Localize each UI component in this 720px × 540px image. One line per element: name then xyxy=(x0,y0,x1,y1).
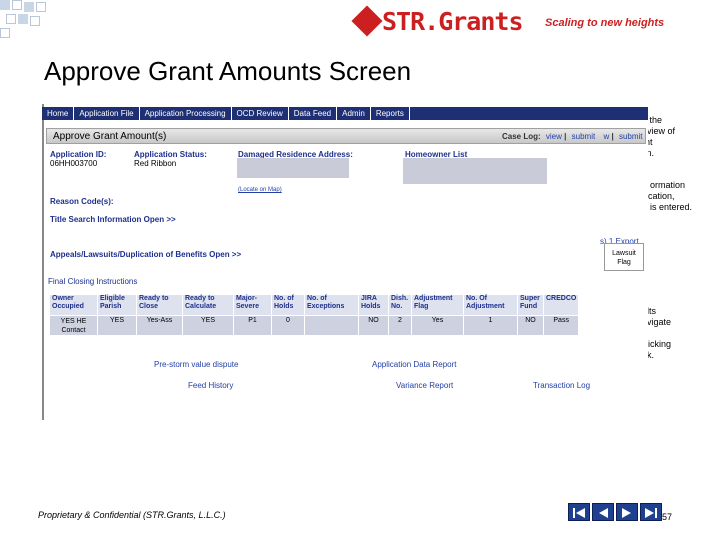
col-major-severe: Major-Severe xyxy=(233,294,272,316)
decor-square xyxy=(18,14,28,24)
appeals-toggle[interactable]: Appeals/Lawsuits/Duplication of Benefits… xyxy=(50,250,241,259)
decor-square xyxy=(24,2,34,12)
case-log: Case Log: view | submit w | submit xyxy=(502,132,643,141)
nav-item-admin[interactable]: Admin xyxy=(337,107,371,120)
damaged-address-box xyxy=(237,158,349,178)
nav-item-application-processing[interactable]: Application Processing xyxy=(140,107,232,120)
col-no-of-adjustment: No. Of Adjustment xyxy=(463,294,518,316)
lawsuit-flag-callout: Lawsuit Flag xyxy=(604,243,644,271)
final-closing-instructions-link[interactable]: Final Closing Instructions xyxy=(48,277,137,286)
variance-report-link[interactable]: Variance Report xyxy=(396,381,453,390)
table-cell: YES xyxy=(97,315,137,336)
table-cell: NO xyxy=(517,315,544,336)
next-slide-icon[interactable] xyxy=(616,503,638,521)
table-row: YES HE Contact YES Yes-Ass YES P1 0 NO 2… xyxy=(49,315,580,336)
last-slide-icon[interactable] xyxy=(640,503,662,521)
brand-tagline: Scaling to new heights xyxy=(545,17,665,29)
summary-table: Owner Occupied Eligible Parish Ready to … xyxy=(49,294,580,336)
col-ready-to-calculate: Ready to Calculate xyxy=(182,294,234,316)
brand-logo: STR.Grants xyxy=(351,5,524,37)
table-cell xyxy=(304,315,359,336)
col-no-of-holds: No. of Holds xyxy=(271,294,305,316)
col-adjustment-flag: Adjustment Flag xyxy=(411,294,464,316)
table-cell: 2 xyxy=(388,315,412,336)
logo-text: STR.Grants xyxy=(382,6,524,36)
first-slide-icon[interactable] xyxy=(568,503,590,521)
pre-storm-value-dispute-link[interactable]: Pre-storm value dispute xyxy=(154,360,238,369)
table-cell: Yes-Ass xyxy=(136,315,183,336)
application-status-label: Application Status: xyxy=(134,150,207,159)
decor-square xyxy=(12,0,22,10)
panel-header: Approve Grant Amount(s) Case Log: view |… xyxy=(46,128,646,144)
nav-item-home[interactable]: Home xyxy=(42,107,75,120)
reason-codes-label: Reason Code(s): xyxy=(50,197,114,206)
application-id-value: 06HH003700 xyxy=(50,159,98,168)
homeowner-list-box xyxy=(403,158,547,184)
table-cell: NO xyxy=(358,315,389,336)
transaction-log-link[interactable]: Transaction Log xyxy=(533,381,590,390)
slide-title: Approve Grant Amounts Screen xyxy=(44,56,412,86)
table-cell: 0 xyxy=(271,315,305,336)
col-eligible-parish: Eligible Parish xyxy=(97,294,137,316)
decor-square xyxy=(30,16,40,26)
locate-on-map-link[interactable]: (Locate on Map) xyxy=(238,187,282,193)
case-log-view-link[interactable]: view xyxy=(546,132,562,141)
case-log-submit-link[interactable]: submit xyxy=(572,132,596,141)
application-data-report-link[interactable]: Application Data Report xyxy=(372,360,457,369)
feed-history-link[interactable]: Feed History xyxy=(188,381,233,390)
logo-diamond-icon xyxy=(351,5,383,37)
case-log-view2-link[interactable]: w xyxy=(603,132,609,141)
nav-item-reports[interactable]: Reports xyxy=(371,107,410,120)
col-jira-holds: JIRA Holds xyxy=(358,294,389,316)
prev-slide-icon[interactable] xyxy=(592,503,614,521)
slide-navigation xyxy=(568,503,664,521)
main-nav: Home Application File Application Proces… xyxy=(42,107,648,120)
decor-square xyxy=(0,28,10,38)
col-dish-no: Dish. No. xyxy=(388,294,412,316)
table-cell: Pass xyxy=(542,315,580,336)
nav-item-data-feed[interactable]: Data Feed xyxy=(289,107,338,120)
nav-item-ocd-review[interactable]: OCD Review xyxy=(232,107,289,120)
page-number: 57 xyxy=(662,512,673,522)
decor-square xyxy=(0,0,10,10)
col-super-fund: Super Fund xyxy=(517,294,544,316)
annotation-note-2: ormation ication, is entered. xyxy=(646,180,693,212)
case-log-submit2-link[interactable]: submit xyxy=(619,132,643,141)
col-owner-occupied: Owner Occupied xyxy=(49,294,98,316)
panel-title: Approve Grant Amount(s) xyxy=(53,131,167,142)
application-id-label: Application ID: xyxy=(50,150,107,159)
table-cell: P1 xyxy=(233,315,272,336)
nav-item-application-file[interactable]: Application File xyxy=(74,107,140,120)
title-search-toggle[interactable]: Title Search Information Open >> xyxy=(50,215,176,224)
table-cell: YES HE Contact xyxy=(49,315,98,336)
col-credco: CREDCO xyxy=(542,294,580,316)
application-status-value: Red Ribbon xyxy=(134,159,177,168)
decor-square xyxy=(6,14,16,24)
footer-confidential: Proprietary & Confidential (STR.Grants, … xyxy=(38,510,226,520)
table-cell: YES xyxy=(182,315,234,336)
col-ready-to-close: Ready to Close xyxy=(136,294,183,316)
decor-square xyxy=(36,2,46,12)
table-cell: 1 xyxy=(463,315,518,336)
col-no-of-exceptions: No. of Exceptions xyxy=(304,294,359,316)
table-cell: Yes xyxy=(411,315,464,336)
